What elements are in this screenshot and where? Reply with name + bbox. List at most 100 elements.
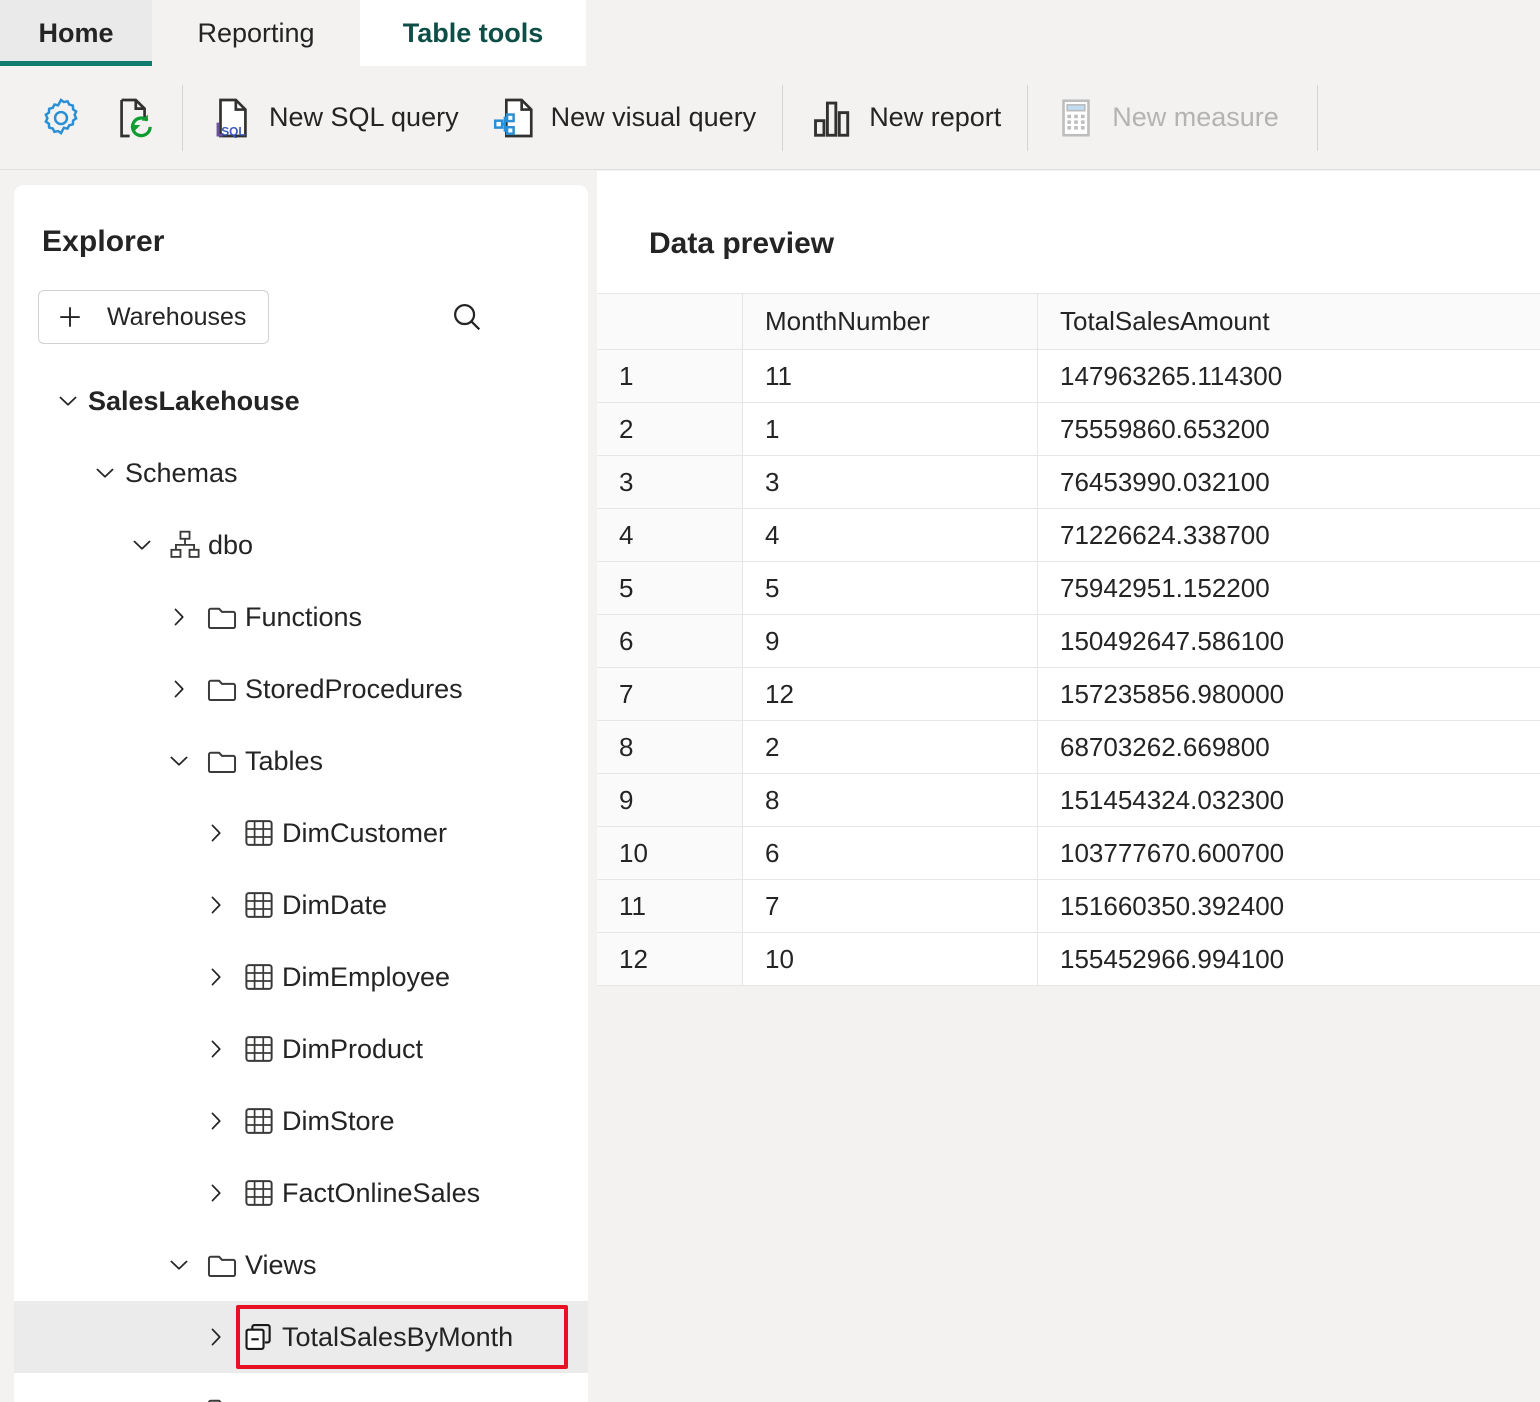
row-number-cell: 3 [597, 456, 743, 509]
chevron-right-icon[interactable] [196, 1107, 236, 1135]
table-row[interactable]: 5 5 75942951.152200 [597, 562, 1540, 615]
tree-item-dbo[interactable]: dbo [14, 509, 588, 581]
table-row[interactable]: 10 6 103777670.600700 [597, 827, 1540, 880]
tree-item-views[interactable]: Views [14, 1229, 588, 1301]
command-divider-4 [1316, 84, 1318, 151]
tree-item-tables[interactable]: Tables [14, 725, 588, 797]
column-header-totalsalesamount[interactable]: TotalSalesAmount [1038, 294, 1540, 350]
tree-item-label: dbo [208, 529, 254, 560]
tree-item-label: StoredProcedures [245, 673, 463, 704]
table-row[interactable]: 9 8 151454324.032300 [597, 774, 1540, 827]
cell-month: 11 [743, 350, 1038, 403]
tree-item-label: DimStore [282, 1105, 395, 1136]
plus-icon [55, 302, 85, 332]
data-preview-title: Data preview [649, 227, 835, 260]
row-number-cell: 7 [597, 668, 743, 721]
table-row[interactable]: 7 12 157235856.980000 [597, 668, 1540, 721]
table-row[interactable]: 1 11 147963265.114300 [597, 350, 1540, 403]
tab-reporting[interactable]: Reporting [152, 0, 360, 66]
cell-amount: 151660350.392400 [1038, 880, 1540, 933]
chevron-right-icon[interactable] [196, 963, 236, 991]
explorer-search-button[interactable] [441, 291, 493, 343]
explorer-tree: SalesLakehouse Schemas dbo Functions StoredP… [14, 365, 588, 1402]
table-row[interactable]: 11 7 151660350.392400 [597, 880, 1540, 933]
tree-item-functions[interactable]: Functions [14, 581, 588, 653]
chevron-down-icon[interactable] [159, 1251, 199, 1279]
tab-table-tools-label: Table tools [402, 17, 544, 48]
tree-item-dimstore[interactable]: DimStore [14, 1085, 588, 1157]
explorer-title: Explorer [42, 225, 165, 258]
new-report-button[interactable]: New report [793, 84, 1017, 152]
sql-document-icon: SQL [209, 95, 255, 141]
view-icon [236, 1320, 282, 1354]
tree-item-partial[interactable] [14, 1373, 588, 1402]
tree-item-label: FactOnlineSales [282, 1177, 481, 1208]
tab-home[interactable]: Home [0, 0, 152, 66]
tree-item-saleslakehouse[interactable]: SalesLakehouse [14, 365, 588, 437]
chevron-down-icon[interactable] [159, 747, 199, 775]
new-visual-query-button[interactable]: New visual query [475, 84, 773, 152]
bar-chart-icon [809, 95, 855, 141]
table-row[interactable]: 2 1 75559860.653200 [597, 403, 1540, 456]
chevron-right-icon[interactable] [196, 891, 236, 919]
tree-item-storedprocedures[interactable]: StoredProcedures [14, 653, 588, 725]
new-report-label: New report [869, 102, 1002, 132]
tree-item-schemas[interactable]: Schemas [14, 437, 588, 509]
chevron-right-icon[interactable] [196, 1323, 236, 1351]
chevron-down-icon[interactable] [122, 531, 162, 559]
command-divider-1 [182, 84, 183, 151]
cell-month: 4 [743, 509, 1038, 562]
chevron-right-icon[interactable] [196, 1035, 236, 1063]
cell-month: 8 [743, 774, 1038, 827]
tree-item-dimcustomer[interactable]: DimCustomer [14, 797, 588, 869]
table-icon [236, 960, 282, 994]
folder-icon [199, 672, 245, 706]
column-header-monthnumber[interactable]: MonthNumber [743, 294, 1038, 350]
cell-month: 10 [743, 933, 1038, 986]
tree-item-dimdate[interactable]: DimDate [14, 869, 588, 941]
add-warehouses-button[interactable]: Warehouses [38, 290, 270, 344]
cell-month: 2 [743, 721, 1038, 774]
chevron-right-icon[interactable] [196, 819, 236, 847]
cell-month: 12 [743, 668, 1038, 721]
table-row[interactable]: 4 4 71226624.338700 [597, 509, 1540, 562]
tree-item-label: SalesLakehouse [88, 385, 300, 416]
refresh-button[interactable] [98, 84, 172, 152]
chevron-down-icon[interactable] [48, 387, 88, 415]
tree-item-factonlinesales[interactable]: FactOnlineSales [14, 1157, 588, 1229]
cell-month: 6 [743, 827, 1038, 880]
panel-divider[interactable] [588, 171, 597, 1402]
cell-amount: 157235856.980000 [1038, 668, 1540, 721]
tab-home-label: Home [38, 17, 114, 48]
cell-amount: 71226624.338700 [1038, 509, 1540, 562]
table-row[interactable]: 6 9 150492647.586100 [597, 615, 1540, 668]
chevron-right-icon[interactable] [196, 1179, 236, 1207]
tree-item-label: TotalSalesByMonth [282, 1321, 514, 1352]
chevron-right-icon[interactable] [159, 603, 199, 631]
chevron-right-icon[interactable] [159, 675, 199, 703]
table-row[interactable]: 3 3 76453990.032100 [597, 456, 1540, 509]
tree-item-totalsalesbymonth[interactable]: TotalSalesByMonth [14, 1301, 588, 1373]
svg-text:SQL: SQL [221, 124, 245, 138]
tab-table-tools[interactable]: Table tools [360, 0, 586, 66]
tree-item-dimproduct[interactable]: DimProduct [14, 1013, 588, 1085]
ribbon-tab-bar: Home Reporting Table tools [0, 0, 1540, 66]
table-row[interactable]: 12 10 155452966.994100 [597, 933, 1540, 986]
settings-gear-icon [38, 95, 84, 141]
cell-month: 9 [743, 615, 1038, 668]
explorer-toolbar: Warehouses [38, 290, 588, 344]
tree-item-dimemployee[interactable]: DimEmployee [14, 941, 588, 1013]
workspace: Explorer Warehouses SalesLakehouse Schem… [0, 171, 1540, 1402]
row-number-cell: 2 [597, 403, 743, 456]
command-bar: SQL New SQL query New visual query New r… [0, 66, 1540, 170]
chevron-down-icon[interactable] [85, 459, 125, 487]
tree-item-label: DimCustomer [282, 817, 448, 848]
column-header-rownum[interactable] [597, 294, 743, 350]
new-sql-query-button[interactable]: SQL New SQL query [193, 84, 475, 152]
new-measure-button[interactable]: New measure [1038, 84, 1295, 152]
table-icon [236, 1176, 282, 1210]
row-number-cell: 4 [597, 509, 743, 562]
table-row[interactable]: 8 2 68703262.669800 [597, 721, 1540, 774]
new-sql-query-label: New SQL query [269, 102, 459, 132]
settings-button[interactable] [24, 84, 98, 152]
